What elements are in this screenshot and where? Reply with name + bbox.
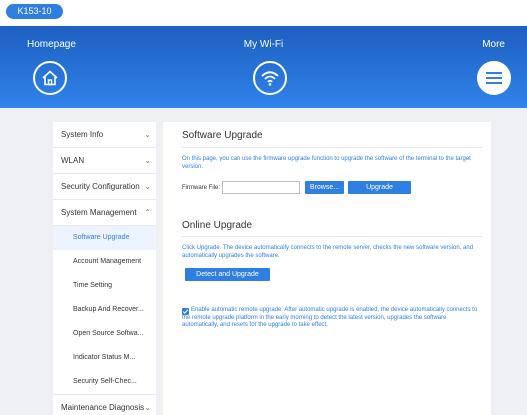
online-upgrade-title: Online Upgrade — [182, 220, 253, 231]
device-model-badge: K153-10 — [6, 4, 63, 19]
sidebar-subitem-account-management[interactable]: Account Management — [53, 250, 156, 274]
divider — [182, 147, 482, 148]
more-label: More — [482, 39, 505, 50]
main-panel: Software Upgrade On this page, you can u… — [163, 122, 491, 415]
sidebar-subitem-security-self-check[interactable]: Security Self-Chec... — [53, 370, 156, 394]
my-wifi-label: My Wi-Fi — [243, 39, 284, 50]
sidebar-item-security-configuration[interactable]: Security Configuration ⌄ — [53, 174, 156, 200]
wifi-icon — [261, 71, 279, 86]
sidebar-subitem-backup-recover[interactable]: Backup And Recover... — [53, 298, 156, 322]
sidebar-item-label: Security Configuration — [61, 182, 140, 191]
top-bar: K153-10 — [0, 0, 527, 26]
auto-upgrade-label: Enable automatic remote upgrade. After a… — [182, 307, 478, 328]
sidebar-subitem-indicator-status[interactable]: Indicator Status M... — [53, 346, 156, 370]
sidebar-item-label: System Info — [61, 130, 104, 139]
upgrade-button[interactable]: Upgrade — [348, 181, 411, 194]
menu-icon — [486, 72, 502, 84]
sidebar-item-system-info[interactable]: System Info ⌄ — [53, 122, 156, 148]
sidebar: System Info ⌄ WLAN ⌄ Security Configurat… — [53, 122, 156, 415]
sidebar-subitem-time-setting[interactable]: Time Setting — [53, 274, 156, 298]
sidebar-item-label: WLAN — [61, 156, 85, 165]
sidebar-item-maintenance-diagnosis[interactable]: Maintenance Diagnosis ⌄ — [53, 394, 156, 415]
my-wifi-button[interactable] — [253, 61, 287, 95]
header-nav: Homepage My Wi-Fi More — [0, 26, 527, 108]
detect-and-upgrade-button[interactable]: Detect and Upgrade — [185, 268, 270, 281]
chevron-down-icon: ⌄ — [144, 156, 151, 165]
sidebar-item-label: System Management — [61, 208, 137, 217]
home-icon — [42, 70, 58, 86]
sidebar-item-label: Maintenance Diagnosis — [61, 403, 145, 412]
firmware-file-input[interactable] — [222, 181, 300, 194]
chevron-down-icon: ⌄ — [144, 403, 151, 412]
sidebar-subitem-open-source-software[interactable]: Open Source Softwa... — [53, 322, 156, 346]
sidebar-item-system-management[interactable]: System Management ⌃ — [53, 200, 156, 226]
divider — [182, 236, 482, 237]
chevron-down-icon: ⌄ — [144, 182, 151, 191]
homepage-button[interactable] — [33, 61, 67, 95]
sidebar-subitem-software-upgrade[interactable]: Software Upgrade — [53, 226, 156, 250]
firmware-file-label: Firmware File: — [182, 185, 221, 191]
software-upgrade-description: On this page, you can use the firmware u… — [182, 156, 471, 170]
software-upgrade-title: Software Upgrade — [182, 130, 263, 141]
chevron-up-icon: ⌃ — [144, 208, 151, 217]
online-upgrade-description: Click Upgrade. The device automatically … — [182, 245, 474, 259]
more-button[interactable] — [477, 61, 511, 95]
sidebar-item-wlan[interactable]: WLAN ⌄ — [53, 148, 156, 174]
browse-button[interactable]: Browse... — [305, 181, 344, 194]
chevron-down-icon: ⌄ — [144, 130, 151, 139]
